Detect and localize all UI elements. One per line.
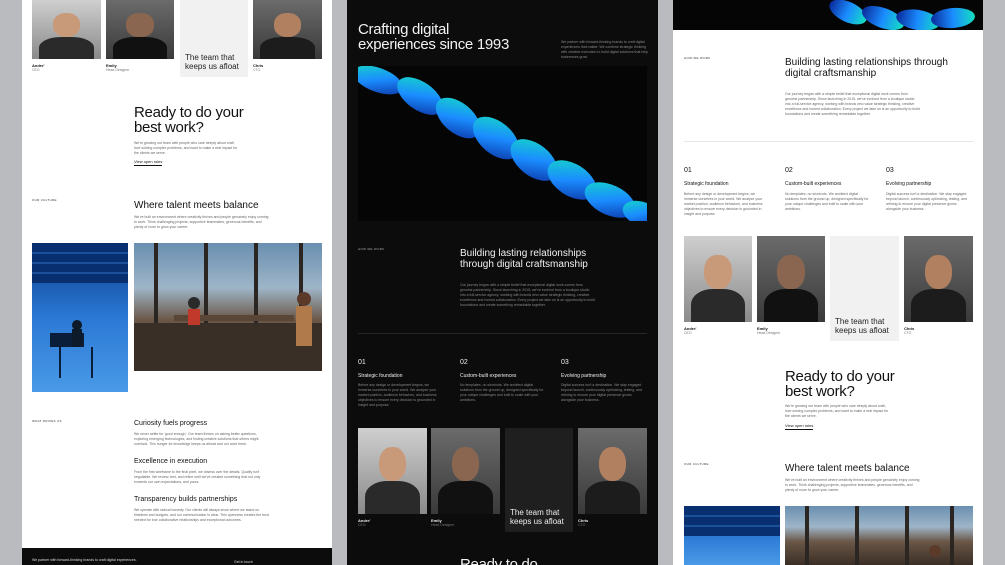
team-photo-chris [253, 0, 322, 59]
about-tag: HOW WE WORK [684, 56, 711, 60]
team-quote: The team that keeps us afloat [835, 317, 889, 335]
step-body: Digital success isn't a destination. We … [561, 383, 642, 402]
values-tag: WHAT DRIVES US [32, 419, 62, 423]
step-body: No templates, no shortcuts. We architect… [460, 383, 544, 402]
team-photo-emily [106, 0, 174, 59]
value-body: We never settle for 'good enough.' Our t… [134, 432, 259, 446]
value-body: From the first wireframe to the final pi… [134, 470, 261, 484]
hero-spiral-image [673, 0, 983, 30]
divider [358, 333, 647, 334]
value-title: Excellence in execution [134, 458, 208, 465]
studio-camera-image [32, 243, 128, 392]
hero-spiral-image [358, 66, 647, 221]
team-role: CEO [32, 68, 40, 72]
divider [684, 141, 973, 142]
footer-text: We partner with forward-thinking brands … [32, 558, 137, 562]
step-title: Custom-built experiences [785, 181, 842, 187]
team-role: Head Designer [431, 523, 455, 527]
about-body: Our journey began with a simple belief t… [460, 283, 595, 307]
culture-title: Where talent meets balance [785, 463, 910, 474]
step-number: 02 [785, 167, 793, 174]
hero-title: Crafting digital experiences since 1993 [358, 21, 510, 53]
footer-contact-link[interactable]: Get in touch [234, 560, 253, 564]
team-photo-emily [757, 236, 825, 322]
step-title: Custom-built experiences [460, 373, 517, 379]
team-role: Head Designer [757, 331, 781, 335]
step-title: Evolving partnership [886, 181, 932, 187]
team-quote-card: The team that keeps us afloat [180, 0, 248, 77]
step-body: No templates, no shortcuts. We architect… [785, 192, 869, 211]
cta-body: We're growing our team with people who c… [134, 141, 238, 155]
team-photo-chris [578, 428, 647, 514]
view-open-roles-link[interactable]: View open roles [785, 423, 814, 430]
step-body: Digital success isn't a destination. We … [886, 192, 967, 211]
team-photo-andre [358, 428, 427, 514]
panel-middle-page: Crafting digital experiences since 1993 … [347, 0, 658, 565]
panel-left-page: The team that keeps us afloat Andre' CEO… [22, 0, 332, 565]
team-photo-andre [32, 0, 101, 59]
about-body: Our journey began with a simple belief t… [785, 92, 920, 116]
value-body: We operate with radical honesty. Our cli… [134, 508, 269, 522]
cta-title: Ready to do your best work? [785, 368, 895, 400]
view-open-roles-link[interactable]: View open roles [134, 159, 163, 166]
step-number: 01 [684, 167, 692, 174]
about-title: Building lasting relationships through d… [785, 57, 948, 79]
step-title: Strategic foundation [684, 181, 729, 187]
value-title: Transparency builds partnerships [134, 496, 238, 503]
hero-body: We partner with forward-thinking brands … [561, 40, 648, 59]
office-image [785, 506, 973, 565]
about-tag: HOW WE WORK [358, 247, 385, 251]
cta-title: Ready to do your best work? [134, 104, 244, 136]
step-number: 01 [358, 359, 366, 366]
team-role: CTO [578, 523, 586, 527]
step-body: Before any design or development begins,… [358, 383, 437, 407]
team-role: CTO [253, 68, 261, 72]
team-photo-andre [684, 236, 752, 322]
team-quote: The team that keeps us afloat [510, 508, 564, 526]
step-title: Strategic foundation [358, 373, 403, 379]
team-photo-emily [431, 428, 500, 514]
culture-tag: OUR CULTURE [32, 198, 57, 202]
office-image [134, 243, 322, 371]
team-role: CTO [904, 331, 912, 335]
value-title: Curiosity fuels progress [134, 420, 208, 427]
studio-camera-image [684, 506, 780, 565]
panel-right-page: HOW WE WORK Building lasting relationshi… [673, 0, 983, 565]
team-quote: The team that keeps us afloat [185, 53, 239, 71]
team-quote-card: The team that keeps us afloat [505, 428, 573, 532]
team-role: CEO [358, 523, 366, 527]
footer: We partner with forward-thinking brands … [22, 548, 332, 565]
culture-title: Where talent meets balance [134, 200, 259, 211]
team-photo-chris [904, 236, 973, 322]
cta-title: Ready to do [460, 556, 538, 565]
team-role: CEO [684, 331, 692, 335]
step-number: 02 [460, 359, 468, 366]
culture-body: We've built an environment where creativ… [785, 478, 920, 492]
about-title: Building lasting relationships through d… [460, 248, 588, 270]
step-number: 03 [886, 167, 894, 174]
step-body: Before any design or development begins,… [684, 192, 763, 216]
culture-tag: OUR CULTURE [684, 462, 709, 466]
step-number: 03 [561, 359, 569, 366]
cta-body: We're growing our team with people who c… [785, 404, 889, 418]
step-title: Evolving partnership [561, 373, 607, 379]
team-quote-card: The team that keeps us afloat [830, 236, 899, 341]
culture-body: We've built an environment where creativ… [134, 215, 269, 229]
team-role: Head Designer [106, 68, 130, 72]
